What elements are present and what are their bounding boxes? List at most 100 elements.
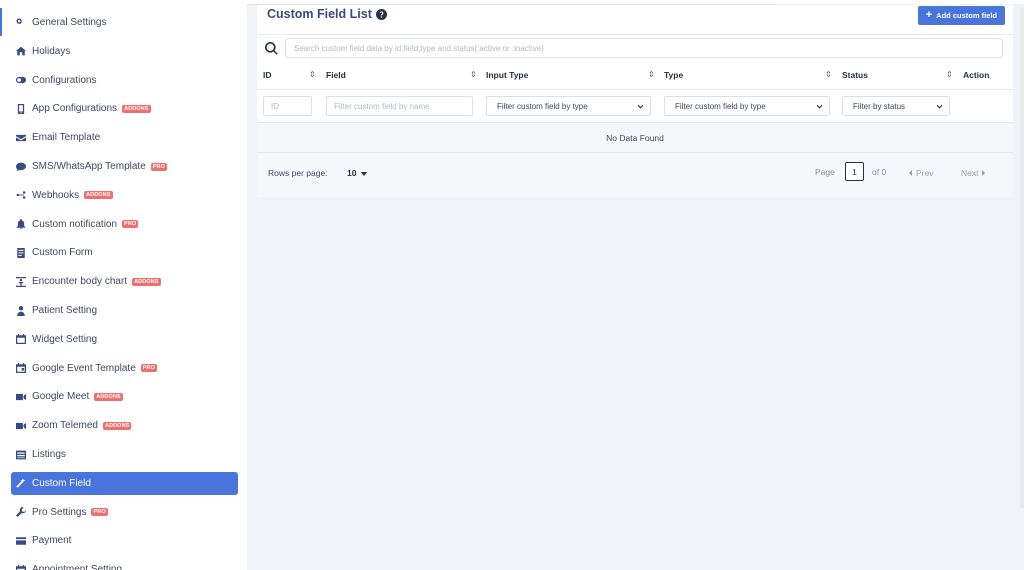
sidebar-item-label: Zoom Telemed [32, 420, 98, 432]
sidebar-item-general-settings[interactable]: General Settings [11, 11, 238, 34]
sidebar-item-label: Holidays [32, 45, 71, 57]
rows-per-page-select[interactable]: 10 [347, 168, 368, 178]
page-scrollbar[interactable] [1020, 8, 1024, 508]
sidebar-item-label: Widget Setting [32, 333, 98, 345]
calendar-icon [16, 334, 26, 345]
sidebar-item-label: Encounter body chart [32, 276, 128, 288]
sidebar-item-webhooks[interactable]: Webhooks ADDONS [11, 184, 238, 207]
calendar-icon [16, 564, 26, 570]
sidebar-item-label: Listings [32, 449, 66, 460]
sort-icon[interactable]: ⇕ [825, 70, 832, 79]
badge-addons: ADDONS [102, 421, 132, 430]
patient-icon [16, 305, 26, 316]
input-type-filter-select[interactable]: Filter custom field by type [486, 96, 651, 116]
sidebar-item-app-configurations[interactable]: App Configurations ADDONS [11, 97, 238, 120]
sidebar-item-email-template[interactable]: Email Template [11, 126, 238, 149]
id-filter-input[interactable] [263, 96, 312, 116]
page-label: Page [815, 167, 835, 177]
column-header-action: Action [963, 70, 990, 80]
pagination-footer: Rows per page: 10 Page of 0 Prev Next [257, 153, 1013, 197]
sidebar-item-encounter-body-chart[interactable]: Encounter body chart ADDONS [11, 270, 238, 293]
next-page-label: Next [961, 168, 979, 178]
badge-addons: ADDONS [84, 191, 113, 200]
sidebar-item-custom-notification[interactable]: Custom notification PRO [11, 213, 238, 236]
add-custom-field-button[interactable]: + Add custom field [917, 6, 1005, 25]
field-filter-input[interactable] [326, 96, 473, 116]
search-icon [265, 42, 278, 55]
status-filter-select[interactable]: Filter by status [842, 96, 950, 116]
video-icon [16, 421, 26, 431]
sidebar-item-label: General Settings [32, 17, 107, 28]
sidebar-item-label: Email Template [32, 132, 101, 144]
page-total-label: of 0 [872, 167, 887, 177]
column-header-field[interactable]: Field [326, 70, 346, 80]
badge-addons: ADDONS [122, 104, 151, 113]
sidebar-item-holidays[interactable]: Holidays [11, 40, 238, 63]
help-circle-icon[interactable] [375, 8, 387, 20]
search-input[interactable] [285, 38, 1003, 58]
form-icon [16, 247, 26, 258]
sidebar-item-label: Custom notification [32, 218, 118, 230]
chat-icon [16, 162, 26, 172]
status-filter-value: Filter by status [853, 101, 906, 111]
page-title-text: Custom Field List [267, 7, 372, 21]
column-header-input-type[interactable]: Input Type [486, 70, 528, 80]
sidebar-item-configurations[interactable]: Configurations [11, 69, 238, 92]
sidebar-item-label: Custom Form [32, 247, 93, 259]
sort-icon[interactable]: ⇕ [946, 70, 953, 79]
sort-icon[interactable]: ⇕ [470, 70, 477, 79]
badge-pro: PRO [91, 508, 108, 517]
page-number-input[interactable] [845, 162, 864, 181]
header-divider [257, 89, 1013, 90]
sidebar-item-patient-setting[interactable]: Patient Setting [11, 299, 238, 322]
prev-page-label: Prev [916, 168, 934, 178]
chevron-down-icon [816, 103, 823, 110]
next-page-button[interactable]: Next [961, 168, 986, 178]
sort-icon[interactable]: ⇕ [648, 70, 655, 79]
badge-addons: ADDONS [132, 277, 161, 286]
rows-per-page-label: Rows per page: [268, 168, 328, 178]
badge-pro: PRO [150, 162, 167, 171]
magic-icon [16, 478, 26, 488]
prev-page-button[interactable]: Prev [909, 168, 933, 178]
sidebar-item-google-meet[interactable]: Google Meet ADDONS [11, 385, 238, 408]
sidebar-item-label: Configurations [32, 74, 97, 86]
sort-icon[interactable]: ⇕ [309, 70, 316, 79]
sidebar-item-google-event-template[interactable]: Google Event Template PRO [11, 357, 238, 380]
column-header-status[interactable]: Status [842, 70, 868, 80]
badge-pro: PRO [140, 364, 157, 373]
page-title: Custom Field List [267, 7, 387, 21]
toggle-icon [16, 75, 26, 85]
sidebar-item-listings[interactable]: Listings [11, 443, 238, 466]
home-icon [16, 46, 26, 56]
plus-icon: + [925, 9, 933, 21]
add-custom-field-label: Add custom field [936, 11, 997, 20]
type-filter-select[interactable]: Filter custom field by type [664, 96, 830, 116]
list-icon [16, 450, 26, 460]
sidebar-item-widget-setting[interactable]: Widget Setting [11, 328, 238, 351]
sidebar-item-custom-field[interactable]: Custom Field [11, 471, 238, 495]
sidebar-item-label: Custom Field [32, 477, 91, 489]
sidebar-item-label: SMS/WhatsApp Template [32, 161, 146, 172]
caret-right-icon [982, 170, 986, 176]
sidebar-item-zoom-telemed[interactable]: Zoom Telemed ADDONS [11, 414, 238, 437]
sidebar-item-appointment-setting[interactable]: Appointment Setting [11, 558, 238, 570]
badge-pro: PRO [122, 220, 139, 229]
empty-message: No Data Found [606, 132, 664, 143]
sidebar-item-pro-settings[interactable]: Pro Settings PRO [11, 501, 238, 524]
sidebar-item-label: Google Meet [32, 391, 90, 403]
column-header-type[interactable]: Type [664, 70, 683, 80]
wrench-icon [16, 507, 26, 518]
card-header: Custom Field List + Add custom field [257, 5, 1013, 35]
sidebar-item-label: Appointment Setting [32, 564, 123, 570]
chevron-down-icon [637, 103, 644, 110]
webhook-icon [16, 190, 26, 200]
column-header-id[interactable]: ID [263, 70, 272, 80]
type-filter-value: Filter custom field by type [675, 101, 766, 111]
sidebar-item-custom-form[interactable]: Custom Form [11, 241, 238, 264]
chevron-down-icon [936, 103, 943, 110]
sidebar-item-sms-whatsapp-template[interactable]: SMS/WhatsApp Template PRO [11, 155, 238, 178]
envelope-icon [16, 133, 26, 143]
sidebar-item-payment[interactable]: Payment [11, 529, 238, 552]
empty-table-row: No Data Found [257, 123, 1013, 152]
